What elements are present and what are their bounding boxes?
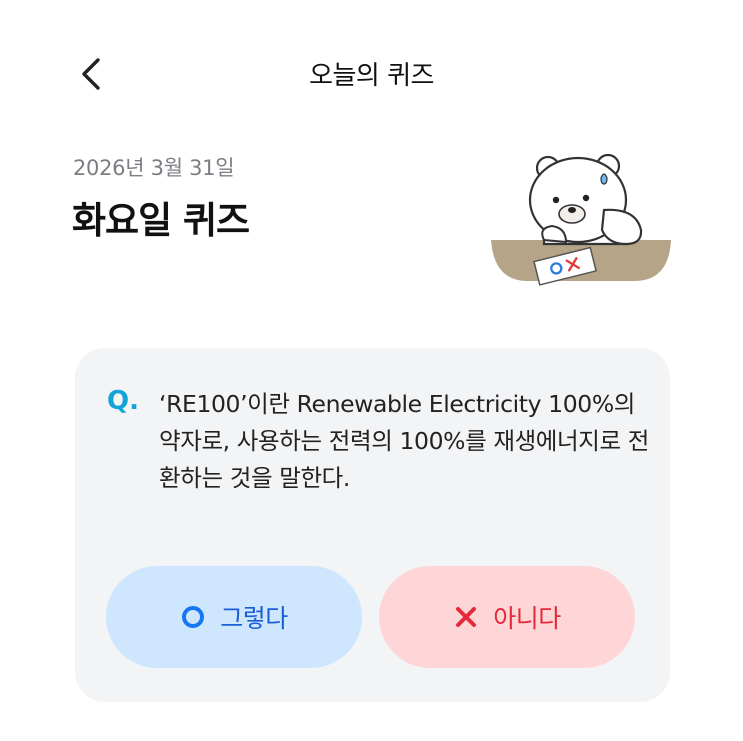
- answer-yes-label: 그렇다: [220, 604, 288, 633]
- question-text: ‘RE100’이란 Renewable Electricity 100%의 약자…: [159, 390, 649, 492]
- quiz-date: 2026년 3월 31일: [73, 156, 235, 180]
- answer-yes-button[interactable]: 그렇다: [106, 566, 362, 668]
- answer-no-label: 아니다: [493, 604, 561, 633]
- top-app-bar: 오늘의 퀴즈: [0, 38, 743, 108]
- circle-o-icon: [180, 604, 206, 630]
- quiz-card: Q. ‘RE100’이란 Renewable Electricity 100%의…: [75, 348, 670, 702]
- question-marker: Q.: [107, 386, 139, 416]
- quiz-day-title: 화요일 퀴즈: [72, 199, 250, 242]
- answer-no-button[interactable]: 아니다: [379, 566, 635, 668]
- page-title: 오늘의 퀴즈: [309, 61, 434, 91]
- x-icon: [453, 604, 479, 630]
- bear-mascot-illustration: [491, 153, 671, 286]
